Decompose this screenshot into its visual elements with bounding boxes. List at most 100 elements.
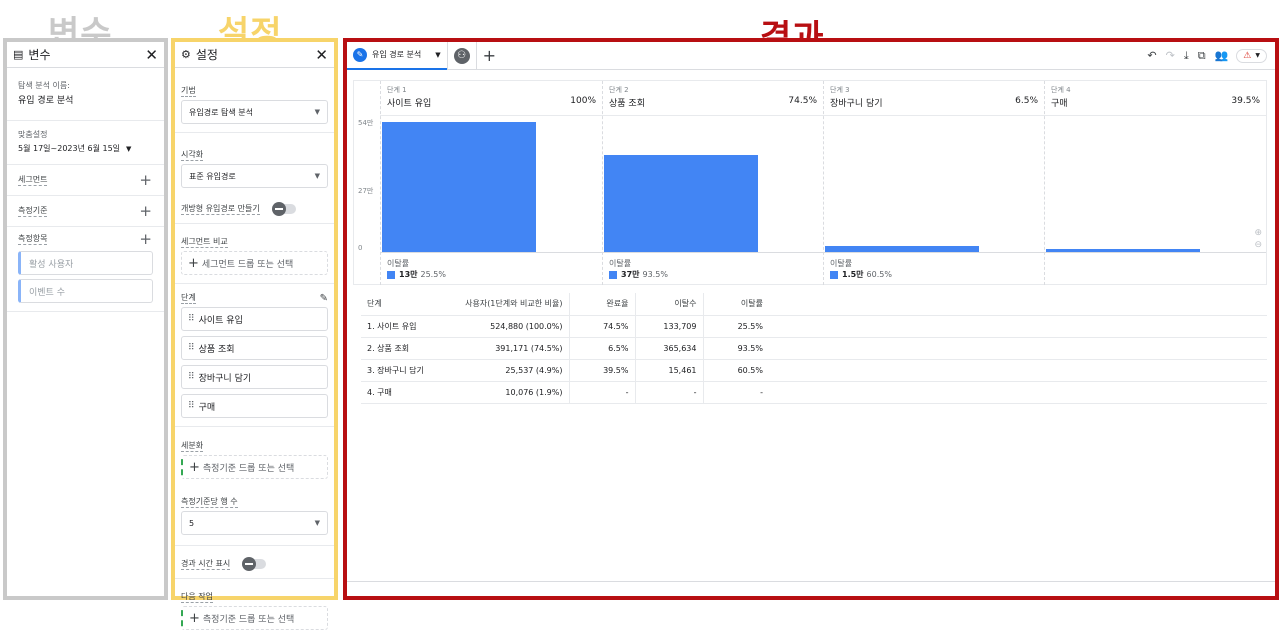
segments-row: 세그먼트 + bbox=[7, 165, 164, 195]
visualization-select[interactable]: 표준 유입경로 ▼ bbox=[181, 164, 328, 188]
add-segment-icon[interactable]: + bbox=[139, 172, 152, 188]
plus-icon: + bbox=[189, 610, 200, 626]
chart-header-rule bbox=[380, 115, 1266, 116]
warning-button[interactable]: ⚠ ▼ bbox=[1236, 48, 1267, 63]
open-funnel-toggle[interactable] bbox=[271, 202, 296, 216]
next-action-drop-zone[interactable]: + 측정기준 드롭 또는 선택 bbox=[181, 606, 328, 630]
close-icon[interactable]: ✕ bbox=[145, 46, 158, 64]
step-item[interactable]: ⠿ 상품 조회 bbox=[181, 336, 328, 360]
settings-header: ⚙ 설정 ✕ bbox=[175, 42, 334, 68]
column-header[interactable]: 이탈률 bbox=[702, 293, 769, 315]
table-cell: 60.5% bbox=[702, 359, 769, 381]
caret-down-icon: ▼ bbox=[314, 172, 320, 180]
dimensions-row: 측정기준 + bbox=[7, 196, 164, 226]
visualization-value: 표준 유입경로 bbox=[189, 171, 236, 181]
stage-number: 단계 3 bbox=[830, 86, 850, 94]
table-cell: 4. 구매 bbox=[367, 387, 392, 397]
table-cell: 39.5% bbox=[568, 359, 635, 381]
drop-value: 1.5만 60.5% bbox=[830, 269, 892, 280]
redo-icon[interactable]: ↷ bbox=[1166, 49, 1175, 62]
technique-label: 기법 bbox=[181, 86, 196, 97]
results-footer-rule bbox=[347, 581, 1275, 582]
breakdown-label: 세분화 bbox=[181, 441, 204, 452]
column-header[interactable]: 완료율 bbox=[568, 293, 635, 315]
step-label: 구매 bbox=[198, 402, 216, 413]
analysis-name-field[interactable]: 유입 경로 분석 bbox=[18, 93, 153, 106]
funnel-bar[interactable] bbox=[382, 122, 536, 252]
add-tab-button[interactable]: + bbox=[477, 42, 502, 70]
funnel-stage[interactable]: 단계 1 사이트 유입 100% 이탈률 13만 25.5% bbox=[380, 81, 602, 285]
drag-handle-icon[interactable]: ⠿ bbox=[188, 343, 194, 353]
legend-swatch bbox=[830, 270, 838, 279]
results-panel: ✎ 유입 경로 분석 ▼ ⚇ + ↶ ↷ ⤓ ⧉ 👥 ⚠ ▼ 54만 27만 0… bbox=[343, 38, 1279, 600]
table-cell: 25.5% bbox=[702, 315, 769, 337]
table-cell: 25,537 (4.9%) bbox=[505, 365, 563, 375]
plus-icon: + bbox=[188, 255, 199, 271]
segments-label: 세그먼트 bbox=[18, 175, 48, 186]
metric-chip-active-users[interactable]: 활성 사용자 bbox=[18, 251, 153, 275]
date-range-picker[interactable]: 5월 17일~2023년 6월 15일 ▼ bbox=[18, 143, 153, 154]
edit-pencil-icon[interactable]: ✎ bbox=[320, 293, 328, 304]
date-range: 5월 17일~2023년 6월 15일 bbox=[18, 144, 121, 153]
segment-drop-zone[interactable]: + 세그먼트 드롭 또는 선택 bbox=[181, 251, 328, 275]
drag-handle-icon[interactable]: ⠿ bbox=[188, 372, 194, 382]
close-icon[interactable]: ✕ bbox=[315, 46, 328, 64]
drop-label: 이탈률 bbox=[830, 259, 853, 268]
zoom-out-icon[interactable]: ⊖ bbox=[1254, 239, 1262, 251]
stage-name: 구매 bbox=[1051, 99, 1068, 109]
variables-title: 변수 bbox=[28, 48, 51, 62]
add-dimension-icon[interactable]: + bbox=[139, 203, 152, 219]
rows-per-dimension-value: 5 bbox=[189, 518, 195, 528]
download-icon[interactable]: ⤓ bbox=[1184, 49, 1189, 63]
column-header[interactable]: 단계 bbox=[361, 293, 441, 315]
add-metric-icon[interactable]: + bbox=[139, 231, 152, 247]
drag-handle-icon[interactable]: ⠿ bbox=[188, 401, 194, 411]
tab-funnel-analysis[interactable]: ✎ 유입 경로 분석 ▼ bbox=[347, 42, 447, 70]
drop-count: 1.5만 bbox=[842, 270, 864, 279]
funnel-stage[interactable]: 단계 4 구매 39.5% bbox=[1044, 81, 1266, 285]
warning-icon: ⚠ bbox=[1243, 50, 1252, 61]
stage-completion: 6.5% bbox=[1015, 96, 1038, 106]
next-action-drop-text: 측정기준 드롭 또는 선택 bbox=[202, 614, 295, 625]
table-row[interactable]: 1. 사이트 유입 524,880 (100.0%) 74.5% 133,709 25.… bbox=[361, 315, 1267, 337]
steps-label: 단계 bbox=[181, 293, 196, 304]
undo-icon[interactable]: ↶ bbox=[1147, 49, 1156, 62]
table-row[interactable]: 2. 상품 조회 391,171 (74.5%) 6.5% 365,634 93.5% bbox=[361, 337, 1267, 359]
step-item[interactable]: ⠿ 사이트 유입 bbox=[181, 307, 328, 331]
stage-number: 단계 1 bbox=[387, 86, 407, 94]
table-cell: 10,076 (1.9%) bbox=[505, 387, 563, 397]
breakdown-drop-zone[interactable]: + 측정기준 드롭 또는 선택 bbox=[181, 455, 328, 479]
table-cell: - bbox=[634, 381, 703, 403]
table-header-row: 단계 사용자(1단계와 비교한 비율) 완료율 이탈수 이탈률 bbox=[361, 293, 1267, 315]
table-row[interactable]: 4. 구매 10,076 (1.9%) - - - bbox=[361, 381, 1267, 403]
tab-bar: ✎ 유입 경로 분석 ▼ ⚇ + ↶ ↷ ⤓ ⧉ 👥 ⚠ ▼ bbox=[347, 41, 1275, 70]
rows-per-dimension-label: 측정기준당 행 수 bbox=[181, 497, 238, 508]
elapsed-time-toggle[interactable] bbox=[242, 557, 267, 571]
rows-per-dimension-select[interactable]: 5 ▼ bbox=[181, 511, 328, 535]
column-header[interactable]: 사용자(1단계와 비교한 비율) bbox=[441, 293, 569, 315]
drop-count: 13만 bbox=[399, 270, 418, 279]
metric-chip-event-count[interactable]: 이벤트 수 bbox=[18, 279, 153, 303]
funnel-stage[interactable]: 단계 2 상품 조회 74.5% 이탈률 37만 93.5% bbox=[602, 81, 823, 285]
settings-panel: ⚙ 설정 ✕ 기법 유입경로 탐색 분석 ▼ 시각화 표준 유입경로 ▼ 개방형… bbox=[171, 38, 338, 630]
step-item[interactable]: ⠿ 구매 bbox=[181, 394, 328, 418]
drag-handle-icon[interactable]: ⠿ bbox=[188, 314, 194, 324]
technique-select[interactable]: 유입경로 탐색 분석 ▼ bbox=[181, 100, 328, 124]
table-cell: 524,880 (100.0%) bbox=[490, 321, 563, 331]
table-row[interactable]: 3. 장바구니 담기 25,537 (4.9%) 39.5% 15,461 60.5% bbox=[361, 359, 1267, 381]
caret-down-icon[interactable]: ▼ bbox=[435, 51, 440, 59]
drop-count: 37만 bbox=[621, 270, 640, 279]
funnel-bar[interactable] bbox=[604, 155, 758, 252]
step-item[interactable]: ⠿ 장바구니 담기 bbox=[181, 365, 328, 389]
drop-label: 이탈률 bbox=[609, 259, 632, 268]
add-user-icon[interactable]: 👥 bbox=[1215, 49, 1229, 62]
custom-date-label: 맞춤설정 bbox=[18, 130, 48, 139]
drop-value: 13만 25.5% bbox=[387, 269, 446, 280]
folder-share-icon[interactable]: ⧉ bbox=[1198, 49, 1206, 63]
column-header[interactable]: 이탈수 bbox=[634, 293, 703, 315]
table-cell: - bbox=[568, 381, 635, 403]
funnel-stage[interactable]: 단계 3 장바구니 담기 6.5% 이탈률 1.5만 60.5% bbox=[823, 81, 1044, 285]
table-cell: 93.5% bbox=[702, 337, 769, 359]
tab-template[interactable]: ⚇ bbox=[446, 41, 477, 70]
zoom-in-icon[interactable]: ⊕ bbox=[1254, 227, 1262, 239]
